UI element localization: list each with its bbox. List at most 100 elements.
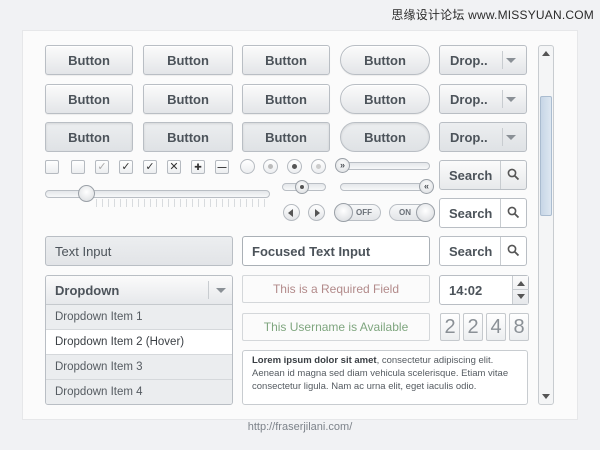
knob-dot [299,185,304,189]
search-icon [507,206,520,219]
search-button-1[interactable]: Search [439,160,527,190]
radio-selected-disabled[interactable] [311,159,326,174]
dropdown-item-1[interactable]: Dropdown Item 1 [46,305,232,330]
chevron-down-icon[interactable] [517,294,525,299]
counter-digit-2: 2 [463,313,483,341]
plus-icon[interactable]: ✚ [191,160,205,174]
checkbox-checked-hover[interactable]: ✓ [143,160,157,174]
button-pill-2[interactable]: Button [340,84,430,114]
chevron-left-icon [288,209,293,217]
username-available-message: This Username is Available [242,313,430,341]
checkbox-checked[interactable]: ✓ [119,160,133,174]
radio-empty[interactable] [240,159,255,174]
divider [500,161,501,189]
search-icon [507,244,520,257]
checkbox-empty-hover[interactable] [71,160,85,174]
chevron-down-icon [216,288,226,293]
dropdown-item-4[interactable]: Dropdown Item 4 [46,380,232,404]
divider [502,51,503,69]
button-default-1[interactable]: Button [45,45,133,75]
watermark: 思缘设计论坛 www.MISSYUAN.COM [391,6,594,23]
slider-ticks [96,199,266,207]
divider [502,90,503,108]
dropdown-button-label: Drop.. [450,130,488,145]
time-value[interactable]: 14:02 [449,283,482,298]
text-area[interactable]: Lorem ipsum dolor sit amet, consectetur … [242,350,528,405]
watermark-site: www.MISSYUAN.COM [468,8,594,22]
button-pressed-1[interactable]: Button [45,122,133,152]
radio-hover[interactable] [263,159,278,174]
toggle-off-label: OFF [356,208,372,217]
dropdown-header[interactable]: Dropdown [46,276,232,305]
radio-dot [268,164,273,169]
footer-url[interactable]: http://fraserjilani.com/ [0,421,600,433]
search-button-3[interactable]: Search [439,236,527,266]
radio-dot [292,164,297,169]
fast-forward-icon[interactable]: » [335,158,350,173]
time-spinner[interactable]: 14:02 [439,275,529,305]
lorem-bold: Lorem ipsum dolor sit amet [252,355,377,366]
button-pill-3[interactable]: Button [340,122,430,152]
search-button-2[interactable]: Search [439,198,527,228]
main-slider-knob[interactable] [77,185,95,202]
toggle-on-label: ON [399,208,411,217]
toggle-off[interactable]: OFF [334,203,381,222]
checkbox-empty[interactable] [45,160,59,174]
chevron-up-icon[interactable] [542,51,550,56]
divider [502,128,503,146]
button-hover-3[interactable]: Button [242,84,330,114]
button-default-3[interactable]: Button [242,45,330,75]
scrollbar-thumb[interactable] [540,96,552,216]
counter-digit-1: 2 [440,313,460,341]
vertical-scrollbar[interactable] [538,45,554,405]
search-label: Search [449,244,493,259]
counter-digit-4: 8 [509,313,529,341]
dropdown-button-label: Drop.. [450,92,488,107]
toggle-on[interactable]: ON [389,203,435,222]
button-default-2[interactable]: Button [143,45,233,75]
dropdown-button-label: Drop.. [450,53,488,68]
toggle-knob [334,203,353,222]
dropdown-item-2[interactable]: Dropdown Item 2 (Hover) [46,330,232,355]
button-pressed-2[interactable]: Button [143,122,233,152]
counter-digit-3: 4 [486,313,506,341]
chevron-up-icon[interactable] [517,281,525,286]
text-input[interactable]: Text Input [45,236,233,266]
dropdown-button-3[interactable]: Drop.. [439,122,527,152]
dropdown-menu[interactable]: Dropdown Dropdown Item 1 Dropdown Item 2… [45,275,233,405]
dropdown-label: Dropdown [55,283,120,298]
search-label: Search [449,206,493,221]
rewind-icon[interactable]: « [419,179,434,194]
radio-selected[interactable] [287,159,302,174]
required-field-message: This is a Required Field [242,275,430,303]
search-label: Search [449,168,493,183]
prev-button[interactable] [283,204,300,221]
chevron-right-icon [315,209,320,217]
search-icon [507,168,520,181]
focused-text-input[interactable]: Focused Text Input [242,236,430,266]
next-button[interactable] [308,204,325,221]
dropdown-button-1[interactable]: Drop.. [439,45,527,75]
close-icon[interactable]: ✕ [167,160,181,174]
watermark-cn: 思缘设计论坛 [391,8,465,22]
button-pressed-3[interactable]: Button [242,122,330,152]
dropdown-item-3[interactable]: Dropdown Item 3 [46,355,232,380]
radio-dot [316,164,321,169]
button-hover-1[interactable]: Button [45,84,133,114]
divider [513,289,529,290]
divider [208,281,209,299]
button-pill-1[interactable]: Button [340,45,430,75]
dropdown-button-2[interactable]: Drop.. [439,84,527,114]
chevron-down-icon [506,58,516,63]
chevron-down-icon[interactable] [542,394,550,399]
button-hover-2[interactable]: Button [143,84,233,114]
spinner-buttons[interactable] [512,276,529,304]
small-slider-knob[interactable] [294,180,309,194]
divider [500,199,501,227]
chevron-down-icon [506,97,516,102]
checkbox-checked-disabled[interactable]: ✓ [95,160,109,174]
progress-track[interactable] [336,162,430,170]
chevron-down-icon [506,135,516,140]
divider [500,237,501,265]
minus-icon[interactable]: — [215,160,229,174]
